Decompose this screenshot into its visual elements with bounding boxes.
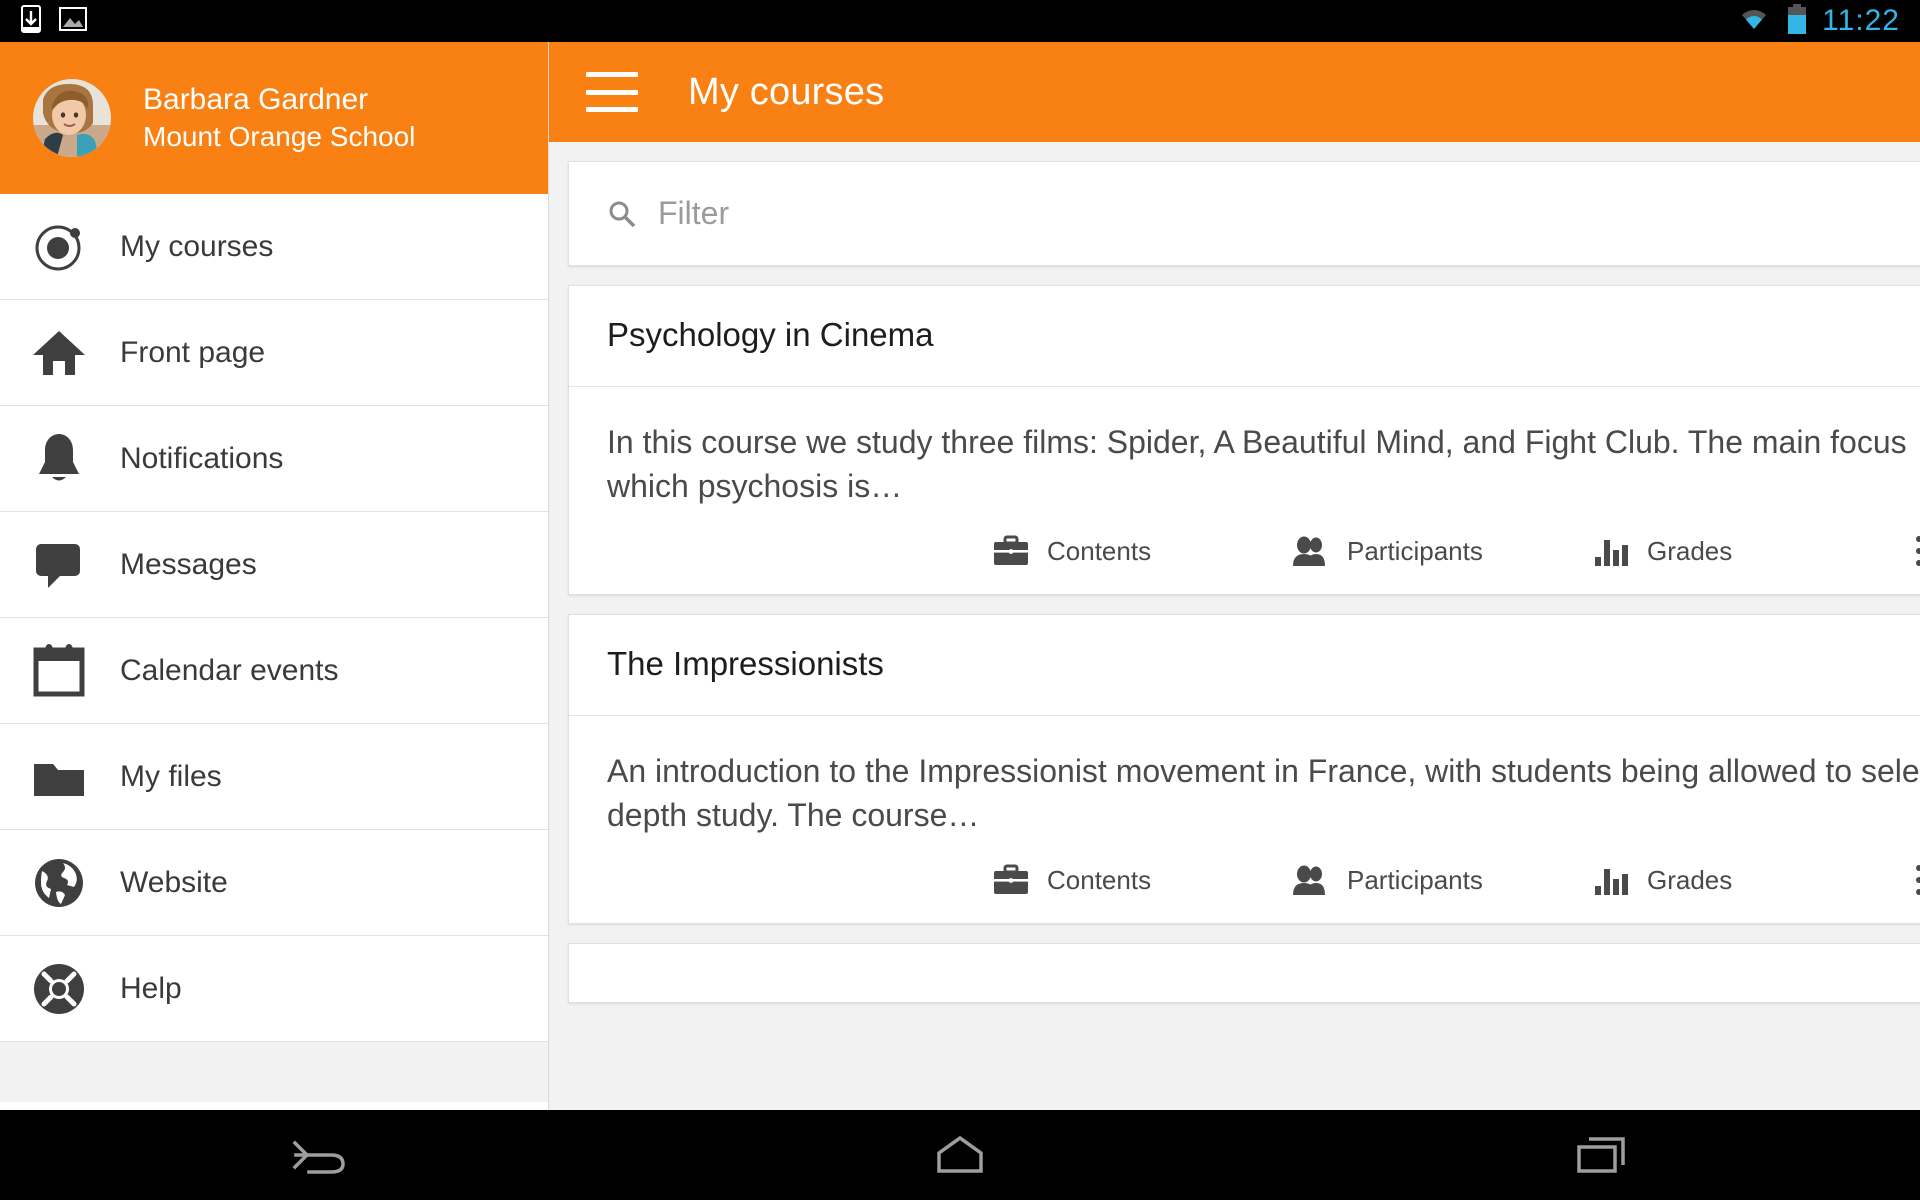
sidebar-item-label: My courses [120,229,274,263]
globe-icon [20,855,98,911]
android-status-bar: 11:22 [0,0,1920,42]
atom-orbit-icon [20,219,98,275]
course-title: Psychology in Cinema [607,316,934,353]
home-icon [20,325,98,381]
course-action-label: Grades [1647,864,1733,895]
calendar-icon [20,643,98,699]
back-icon[interactable] [0,1131,640,1179]
course-action-more[interactable] [1889,863,1920,897]
course-action-contents[interactable]: Contents [989,535,1289,567]
course-actions: Contents Participants Grades [607,508,1920,594]
sidebar-item-label: Website [120,865,228,899]
app-top-bar: My courses [549,42,1920,142]
main-panel: My courses Psychology in Cinema [549,42,1920,1110]
search-icon [608,200,636,228]
course-action-participants[interactable]: Participants [1289,535,1589,567]
page-title: My courses [688,70,885,113]
user-profile-header[interactable]: Barbara Gardner Mount Orange School [0,42,548,194]
sidebar-item-label: Front page [120,335,266,369]
sidebar-item-website[interactable]: Website [0,830,548,936]
life-ring-icon [20,961,98,1017]
status-bar-system: 11:22 [1736,3,1920,39]
course-action-label: Participants [1347,535,1483,566]
course-action-more[interactable] [1889,534,1920,568]
course-action-label: Contents [1047,864,1152,895]
search-input[interactable] [658,195,1658,232]
app-root: 11:22 Barbara Gardner Mount Orange Schoo… [0,0,1920,1200]
download-icon [18,4,44,38]
sidebar-nav: My courses Front page Notifications Mess… [0,194,548,1102]
course-description: In this course we study three films: Spi… [607,424,1907,504]
sidebar-item-help[interactable]: Help [0,936,548,1042]
briefcase-icon [989,864,1033,896]
course-action-grades[interactable]: Grades [1589,865,1889,896]
course-action-participants[interactable]: Participants [1289,864,1589,896]
sidebar-item-label: My files [120,759,222,793]
sidebar-item-my-courses[interactable]: My courses [0,194,548,300]
course-action-label: Participants [1347,864,1483,895]
status-bar-notifications [0,4,88,38]
battery-icon [1786,3,1808,39]
home-icon[interactable] [640,1131,1280,1179]
hamburger-icon[interactable] [586,72,638,112]
sidebar-item-label: Calendar events [120,653,339,687]
sidebar-bottom-filler [0,1042,548,1102]
course-list: Psychology in Cinema In this course we s… [549,161,1920,1110]
course-card-partial[interactable] [568,943,1920,1004]
sidebar-item-front-page[interactable]: Front page [0,300,548,406]
user-info: Barbara Gardner Mount Orange School [143,81,415,155]
bar-chart-icon [1589,536,1633,567]
sidebar-item-notifications[interactable]: Notifications [0,406,548,512]
course-action-label: Contents [1047,535,1152,566]
android-nav-bar [0,1110,1920,1200]
image-icon [58,5,88,38]
course-body: In this course we study three films: Spi… [569,387,1920,594]
sidebar-item-messages[interactable]: Messages [0,512,548,618]
sidebar-item-my-files[interactable]: My files [0,724,548,830]
briefcase-icon [989,535,1033,567]
avatar [33,79,111,157]
sidebar-item-calendar-events[interactable]: Calendar events [0,618,548,724]
folder-icon [20,749,98,805]
sidebar-item-label: Notifications [120,441,284,475]
course-title-row[interactable]: Psychology in Cinema [569,286,1920,387]
course-action-grades[interactable]: Grades [1589,536,1889,567]
course-body: An introduction to the Impressionist mov… [569,716,1920,923]
bar-chart-icon [1589,865,1633,896]
wifi-icon [1736,5,1772,38]
user-name: Barbara Gardner [143,82,369,116]
course-title: The Impressionists [607,645,884,683]
course-action-contents[interactable]: Contents [989,864,1289,896]
recents-icon[interactable] [1280,1131,1920,1179]
people-icon [1289,535,1333,567]
course-title-row[interactable]: The Impressionists [569,615,1920,717]
course-card[interactable]: Psychology in Cinema In this course we s… [568,285,1920,596]
chat-bubble-icon [20,537,98,593]
sidebar: Barbara Gardner Mount Orange School My c… [0,42,549,1110]
filter-card[interactable] [568,161,1920,266]
course-card[interactable]: The Impressionists An introduction to th… [568,614,1920,925]
course-actions: Contents Participants Grades [607,837,1920,923]
bell-icon [20,431,98,487]
more-vertical-icon [1897,534,1920,568]
course-description: An introduction to the Impressionist mov… [607,753,1920,833]
status-bar-clock: 11:22 [1822,4,1900,37]
sidebar-item-label: Help [120,971,182,1005]
user-school: Mount Orange School [143,121,416,153]
course-action-label: Grades [1647,535,1733,566]
more-vertical-icon [1897,863,1920,897]
sidebar-item-label: Messages [120,547,257,581]
people-icon [1289,864,1333,896]
